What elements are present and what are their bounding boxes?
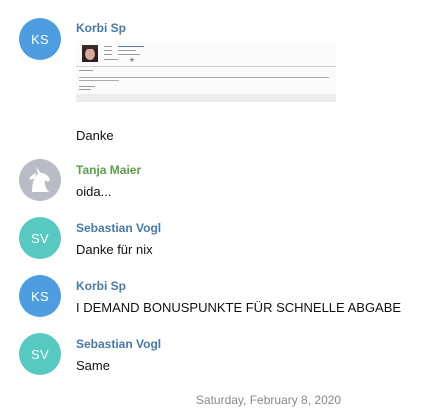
message-text: I DEMAND BONUSPUNKTE FÜR SCHNELLE ABGABE [76,300,402,315]
message-text: oida... [76,184,112,199]
sender-name[interactable]: Tanja Maier [76,163,141,177]
message-text: Danke [76,128,114,143]
attachment-preview-icon: + [76,42,336,102]
avatar[interactable]: SV [19,217,61,259]
message-item: KS Korbi Sp I DEMAND BONUSPUNKTE FÜR SCH… [0,272,443,327]
message-item: SV Sebastian Vogl Same [0,330,443,385]
avatar[interactable]: KS [19,18,61,60]
avatar[interactable]: SV [19,333,61,375]
sender-name[interactable]: Sebastian Vogl [76,337,161,351]
sender-name[interactable]: Korbi Sp [76,279,126,293]
sender-name[interactable]: Korbi Sp [76,21,126,35]
message-text: Danke für nix [76,242,153,257]
message-item: Tanja Maier oida... [0,155,443,210]
unicorn-avatar-icon [19,159,61,201]
avatar[interactable] [19,159,61,201]
date-separator: Saturday, February 8, 2020 [195,393,342,407]
message-text: Same [76,358,110,373]
svg-text:+: + [129,56,135,64]
image-attachment-thumbnail[interactable]: + [76,42,336,102]
message-item: KS Korbi Sp + Danke [0,0,443,150]
sender-name[interactable]: Sebastian Vogl [76,221,161,235]
message-item: SV Sebastian Vogl Danke für nix [0,214,443,269]
avatar[interactable]: KS [19,275,61,317]
